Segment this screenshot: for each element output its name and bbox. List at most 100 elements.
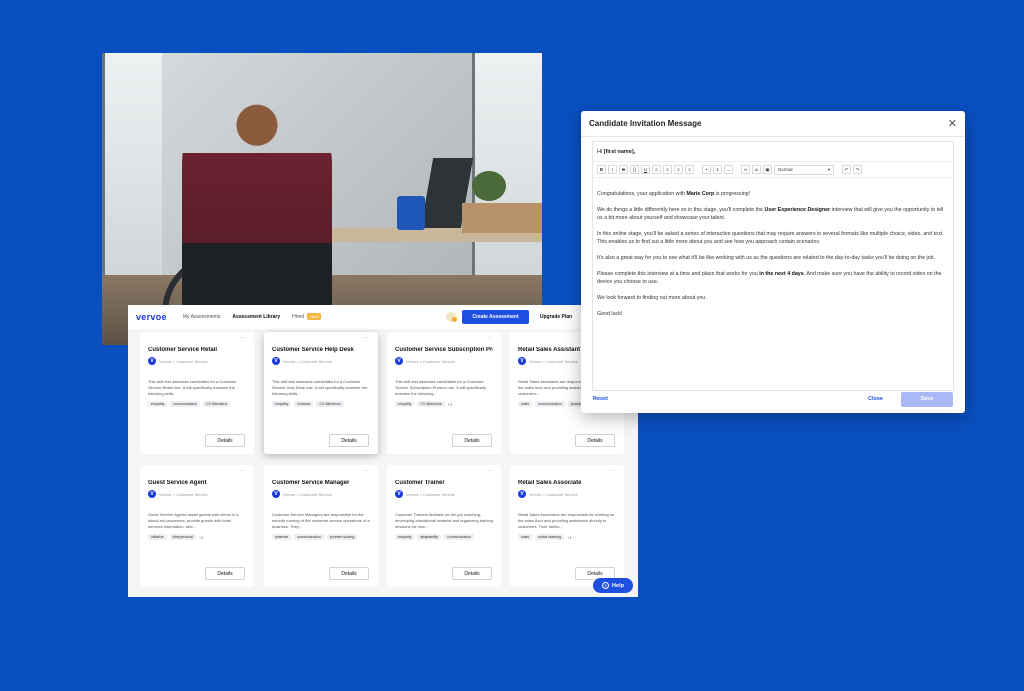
skill-tag: patience <box>272 534 292 540</box>
skill-tag: instance <box>294 401 314 407</box>
mug <box>397 196 425 230</box>
strikethrough-icon[interactable]: S <box>619 165 628 174</box>
italic-icon[interactable]: I <box>608 165 617 174</box>
person <box>182 93 332 323</box>
more-tags: +1 <box>567 534 572 540</box>
tag-list: patience communication problem solving <box>272 534 370 540</box>
bold-icon[interactable]: B <box>597 165 606 174</box>
window-pane <box>102 53 162 285</box>
paragraph: Good luck! <box>597 311 623 317</box>
link-icon[interactable]: ∞ <box>741 165 750 174</box>
card-title: Customer Trainer <box>395 480 445 486</box>
details-button[interactable]: Details <box>329 434 369 447</box>
message-editor[interactable]: Hi [first name], B I S {} U ≡ ≡ ≡ ≡ • 1 … <box>592 141 954 391</box>
more-options-icon[interactable]: ··· <box>486 335 492 341</box>
indent-icon[interactable]: ↔ <box>724 165 733 174</box>
nav-assessment-library[interactable]: Assessment Library <box>232 314 280 320</box>
more-options-icon[interactable]: ··· <box>609 468 615 474</box>
vervoe-badge-icon: V <box>148 490 156 498</box>
role-name: User Experience Designer <box>764 207 831 213</box>
assessment-card[interactable]: ··· Guest Service Agent V Vervoe > Custom… <box>140 465 254 587</box>
candidate-invitation-modal: Candidate Invitation Message ✕ Hi [first… <box>581 111 965 413</box>
more-options-icon[interactable]: ··· <box>239 335 245 341</box>
paragraph: It's also a great way for you to see wha… <box>597 255 936 261</box>
assessment-card[interactable]: ··· Customer Service Subscription Produc… <box>387 332 501 454</box>
hero-photo <box>102 53 542 345</box>
create-assessment-button[interactable]: Create Assessment <box>462 310 529 324</box>
message-body[interactable]: Congratulations, your application with M… <box>593 178 953 338</box>
align-center-icon[interactable]: ≡ <box>663 165 672 174</box>
deadline: in the next 4 days <box>759 271 804 277</box>
align-right-icon[interactable]: ≡ <box>674 165 683 174</box>
more-options-icon[interactable]: ··· <box>486 468 492 474</box>
details-button[interactable]: Details <box>329 567 369 580</box>
card-category: Vervoe > Customer Service <box>406 491 455 497</box>
help-button[interactable]: ? Help <box>593 578 633 593</box>
details-button[interactable]: Details <box>452 567 492 580</box>
more-options-icon[interactable]: ··· <box>363 468 369 474</box>
upgrade-plan-button[interactable]: Upgrade Plan <box>536 310 576 324</box>
card-description: This skill test assesses candidates for … <box>395 379 486 396</box>
card-category: Vervoe > Customer Service <box>283 358 332 364</box>
reset-button[interactable]: Reset <box>593 396 608 402</box>
font-size-select[interactable]: Normal ▾ <box>774 164 834 175</box>
tag-list: empathy instance CX Attentions <box>272 401 370 407</box>
close-button[interactable]: Close <box>868 396 883 402</box>
save-button[interactable]: Save <box>901 391 953 407</box>
skill-tag: CX Attentions <box>202 401 231 407</box>
assessment-card[interactable]: ··· Customer Service Manager V Vervoe > C… <box>264 465 378 587</box>
assessment-card[interactable]: ··· Customer Trainer V Vervoe > Customer … <box>387 465 501 587</box>
vervoe-badge-icon: V <box>395 357 403 365</box>
card-description: This skill test assesses candidates for … <box>148 379 237 396</box>
font-size-value: Normal <box>778 167 793 172</box>
bullet-list-icon[interactable]: • <box>702 165 711 174</box>
align-left-icon[interactable]: ≡ <box>652 165 661 174</box>
skill-tag: CX Attentions <box>316 401 344 407</box>
card-description: Guest Service Agents assist guests with … <box>148 512 239 529</box>
details-button[interactable]: Details <box>452 434 492 447</box>
card-description: Customer Trainers facilitate on-the-job … <box>395 512 493 529</box>
card-title: Retail Sales Associate <box>518 480 582 486</box>
image-icon[interactable]: ▣ <box>763 165 772 174</box>
text: Congratulations, your application with <box>597 191 687 197</box>
assessment-card[interactable]: ··· Customer Service Help Desk V Vervoe >… <box>264 332 378 454</box>
underline-icon[interactable]: U <box>641 165 650 174</box>
notification-dot <box>452 317 457 322</box>
align-justify-icon[interactable]: ≡ <box>685 165 694 174</box>
details-button[interactable]: Details <box>575 434 615 447</box>
greeting-line[interactable]: Hi [first name], <box>593 142 953 162</box>
nav-hired[interactable]: Hired New <box>292 313 322 320</box>
card-category: Vervoe > Customer Service <box>159 358 208 364</box>
card-title: Customer Service Help Desk <box>272 347 354 353</box>
numbered-list-icon[interactable]: 1 <box>713 165 722 174</box>
card-title: Guest Service Agent <box>148 480 207 486</box>
undo-icon[interactable]: ↶ <box>842 165 851 174</box>
nav-my-assessments[interactable]: My Assessments <box>183 314 221 320</box>
details-button[interactable]: Details <box>205 434 245 447</box>
skill-tag: communication <box>170 401 200 407</box>
assessment-library-panel: vervoe My Assessments Assessment Library… <box>128 305 638 597</box>
card-meta: V Vervoe > Customer Service <box>395 357 493 365</box>
skill-tag: empathy <box>395 534 415 540</box>
tag-list: empathy adaptability communication <box>395 534 493 540</box>
skill-tag: CX Attentions <box>417 401 445 407</box>
redo-icon[interactable]: ↷ <box>853 165 862 174</box>
close-icon[interactable]: ✕ <box>948 117 957 130</box>
tag-list: sales active listening +1 <box>518 534 616 540</box>
vervoe-badge-icon: V <box>148 357 156 365</box>
more-options-icon[interactable]: ··· <box>239 468 245 474</box>
company-name: Marie Corp <box>686 191 715 197</box>
card-category: Vervoe > Customer Service <box>159 491 208 497</box>
skill-tag: active listening <box>535 534 565 540</box>
greeting-prefix: Hi <box>597 148 603 155</box>
vervoe-badge-icon: V <box>518 357 526 365</box>
unlink-icon[interactable]: ⌀ <box>752 165 761 174</box>
paragraph: We look forward to finding out more abou… <box>597 295 707 301</box>
more-options-icon[interactable]: ··· <box>363 335 369 341</box>
code-icon[interactable]: {} <box>630 165 639 174</box>
assessment-card[interactable]: ··· Customer Service Retail V Vervoe > Cu… <box>140 332 254 454</box>
skill-tag: sales <box>518 401 533 407</box>
assessment-card[interactable]: ··· Retail Sales Associate V Vervoe > Cus… <box>510 465 624 587</box>
details-button[interactable]: Details <box>205 567 245 580</box>
skill-tag: empathy <box>395 401 415 407</box>
